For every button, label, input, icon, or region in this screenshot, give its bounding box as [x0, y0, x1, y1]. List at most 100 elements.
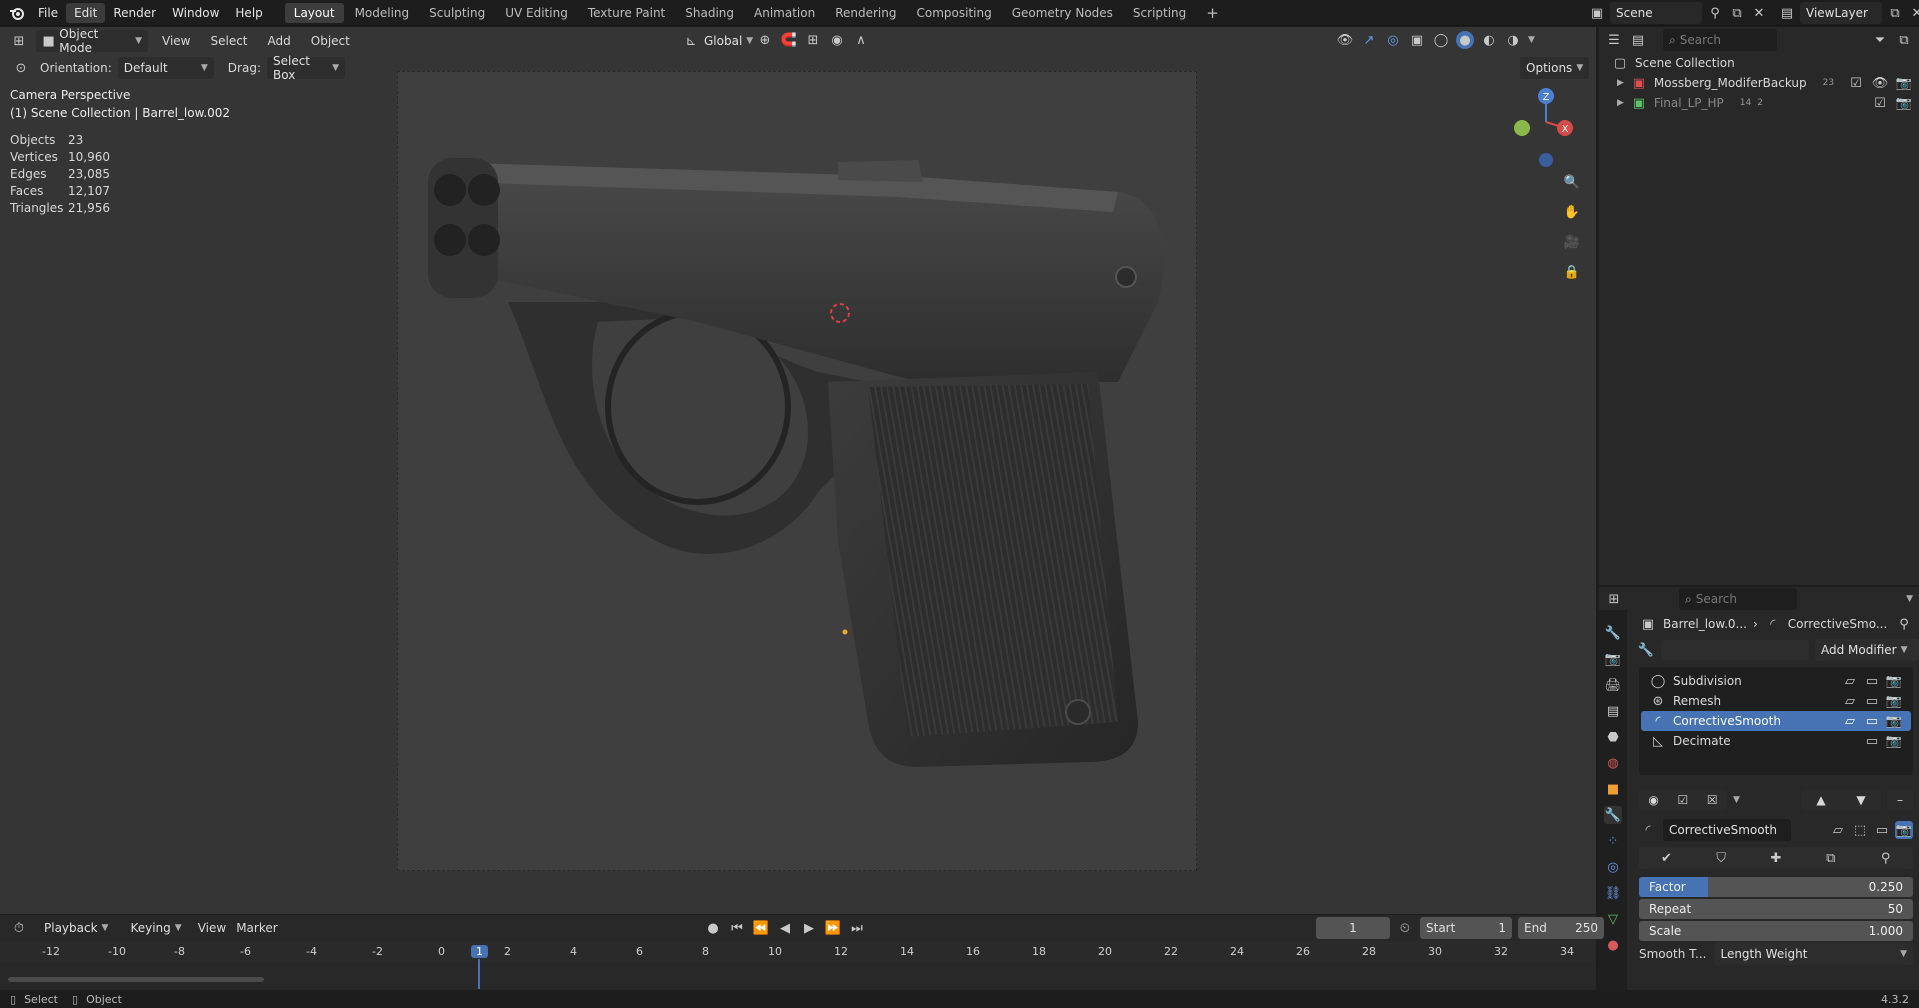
tab-sculpting[interactable]: Sculpting: [420, 3, 494, 23]
apply-check-icon[interactable]: ✔: [1657, 849, 1675, 867]
rendered-shading-icon[interactable]: ◑: [1504, 31, 1522, 49]
edit-mode-icon[interactable]: ▱: [1841, 712, 1859, 730]
expand-chevron-icon[interactable]: ▶: [1617, 78, 1624, 88]
properties-editor-icon[interactable]: ⊞: [1605, 590, 1623, 608]
timeline-scrollbar[interactable]: [8, 977, 264, 982]
wireframe-shading-icon[interactable]: ◯: [1432, 31, 1450, 49]
jump-end-icon[interactable]: ⏭: [848, 919, 866, 937]
tab-compositing[interactable]: Compositing: [907, 3, 1000, 23]
drag-dropdown[interactable]: Select Box ▼: [266, 54, 345, 82]
zoom-icon[interactable]: 🔍: [1563, 173, 1581, 191]
remove-view-layer-icon[interactable]: ✕: [1908, 4, 1919, 22]
smooth-type-dropdown[interactable]: Length Weight ▼: [1714, 943, 1913, 965]
menu-object[interactable]: Object: [305, 34, 356, 48]
outliner-editor-icon[interactable]: ☰: [1605, 31, 1623, 49]
editor-type-icon[interactable]: ⊞: [10, 32, 28, 50]
list-item[interactable]: ▶ ▣ Mossberg_ModiferBackup 23 ☑ 👁 📷: [1599, 73, 1919, 93]
new-view-layer-icon[interactable]: ⧉: [1886, 4, 1904, 22]
tab-layout[interactable]: Layout: [284, 2, 344, 23]
duplicate-icon[interactable]: ⧉: [1822, 849, 1840, 867]
menu-file[interactable]: File: [30, 0, 66, 26]
view-layer-tab-icon[interactable]: ▤: [1604, 702, 1622, 720]
eye-icon[interactable]: 👁: [1871, 74, 1889, 92]
prev-keyframe-icon[interactable]: ⏪: [752, 919, 770, 937]
viewport-display-icon[interactable]: ▭: [1863, 732, 1881, 750]
camera-icon[interactable]: 📷: [1895, 74, 1913, 92]
playhead[interactable]: [478, 959, 480, 989]
editor-type-icon[interactable]: ⏱: [10, 919, 28, 937]
list-item[interactable]: ▶ ▣ Final_LP_HP 14 2 ☑ 📷: [1599, 93, 1919, 113]
tool-tab-icon[interactable]: 🔧: [1604, 624, 1622, 642]
orientation-dropdown[interactable]: Default ▼: [117, 57, 214, 79]
keying-menu[interactable]: Keying ▼: [124, 917, 187, 939]
modifier-name-field[interactable]: CorrectiveSmooth: [1663, 819, 1791, 841]
scene-selector[interactable]: Scene: [1610, 2, 1702, 24]
tab-uv-editing[interactable]: UV Editing: [496, 3, 577, 23]
camera-icon[interactable]: 📷: [1895, 94, 1913, 112]
pivot-icon[interactable]: ⊕: [756, 31, 774, 49]
list-item[interactable]: ◜ CorrectiveSmooth ▱ ▭ 📷: [1641, 711, 1911, 731]
viewport-display-icon[interactable]: ▭: [1863, 692, 1881, 710]
modifier-filter-field[interactable]: [1661, 640, 1809, 660]
timeline-ruler[interactable]: -12 -10 -8 -6 -4 -2 0 1 2 4 6 8 10 12 14 16 18 20 22 24 26 28…: [0, 941, 1596, 989]
scale-field[interactable]: Scale 1.000: [1639, 921, 1913, 941]
timeline-marker-menu[interactable]: Marker: [236, 921, 277, 935]
tab-scripting[interactable]: Scripting: [1124, 3, 1195, 23]
scene-tab-icon[interactable]: ⬣: [1604, 728, 1622, 746]
current-frame-field[interactable]: 1: [1316, 917, 1390, 939]
cage-icon[interactable]: ⬚: [1851, 821, 1869, 839]
remove-scene-icon[interactable]: ✕: [1750, 4, 1768, 22]
remove-modifier-button[interactable]: –: [1887, 790, 1913, 810]
clock-icon[interactable]: ⏲: [1396, 919, 1414, 937]
menu-select[interactable]: Select: [204, 34, 253, 48]
object-tab-icon[interactable]: ■: [1604, 780, 1622, 798]
start-frame-field[interactable]: Start 1: [1420, 917, 1512, 939]
blender-logo-icon[interactable]: [8, 4, 26, 22]
play-reverse-icon[interactable]: ◀: [776, 919, 794, 937]
shading-options-chevron[interactable]: ▼: [1528, 35, 1535, 45]
active-tool-icon[interactable]: ⊙: [12, 59, 30, 77]
tab-shading[interactable]: Shading: [676, 3, 743, 23]
snap-target-icon[interactable]: ⊞: [804, 31, 822, 49]
data-tab-icon[interactable]: ▽: [1604, 910, 1622, 928]
pan-hand-icon[interactable]: ✋: [1563, 203, 1581, 221]
add-modifier-button[interactable]: Add Modifier ▼: [1815, 639, 1919, 661]
view-layer-selector[interactable]: ViewLayer: [1800, 2, 1882, 24]
list-item[interactable]: ▢ Scene Collection: [1599, 53, 1919, 73]
new-scene-icon[interactable]: ⧉: [1728, 4, 1746, 22]
checkbox-icon[interactable]: ☑: [1871, 94, 1889, 112]
remove-icon[interactable]: ☒: [1707, 793, 1718, 807]
outliner-search[interactable]: ⌕ Search: [1663, 29, 1777, 51]
snap-icon[interactable]: 🧲: [780, 31, 798, 49]
menu-render[interactable]: Render: [105, 0, 164, 26]
xray-icon[interactable]: ▣: [1408, 31, 1426, 49]
repeat-field[interactable]: Repeat 50: [1639, 899, 1913, 919]
options-dropdown[interactable]: Options ▼: [1520, 57, 1590, 79]
navigation-gizmo[interactable]: Z X: [1508, 86, 1578, 176]
lock-icon[interactable]: 🔒: [1563, 263, 1581, 281]
viewport-display-icon[interactable]: ▭: [1863, 672, 1881, 690]
list-item[interactable]: ⊛ Remesh ▱ ▭ 📷: [1641, 691, 1911, 711]
menu-window[interactable]: Window: [164, 0, 227, 26]
new-collection-icon[interactable]: ⧉: [1895, 31, 1913, 49]
proportional-edit-icon[interactable]: ◉: [828, 31, 846, 49]
visibility-icon[interactable]: 👁: [1336, 31, 1354, 49]
tab-animation[interactable]: Animation: [745, 3, 824, 23]
list-item[interactable]: ◺ Decimate ▭ 📷: [1641, 731, 1911, 751]
add-workspace-button[interactable]: +: [1197, 3, 1228, 23]
expand-chevron-icon[interactable]: ▶: [1617, 98, 1624, 108]
properties-search[interactable]: ⌕ Search: [1679, 588, 1797, 610]
particles-tab-icon[interactable]: ⁘: [1604, 832, 1622, 850]
edit-mode-icon[interactable]: ▱: [1841, 692, 1859, 710]
viewport-display-icon[interactable]: ▭: [1873, 821, 1891, 839]
filter-icon[interactable]: ⏷: [1871, 31, 1889, 49]
chevron-down-icon[interactable]: ▼: [1906, 594, 1913, 604]
record-icon[interactable]: ●: [704, 919, 722, 937]
tab-geometry-nodes[interactable]: Geometry Nodes: [1003, 3, 1122, 23]
playback-menu[interactable]: Playback ▼: [38, 917, 114, 939]
menu-view[interactable]: View: [156, 34, 196, 48]
tab-texture-paint[interactable]: Texture Paint: [579, 3, 674, 23]
move-up-icon[interactable]: ▲: [1816, 793, 1825, 807]
camera-view-icon[interactable]: 🎥: [1563, 233, 1581, 251]
render-icon[interactable]: 📷: [1895, 821, 1913, 839]
